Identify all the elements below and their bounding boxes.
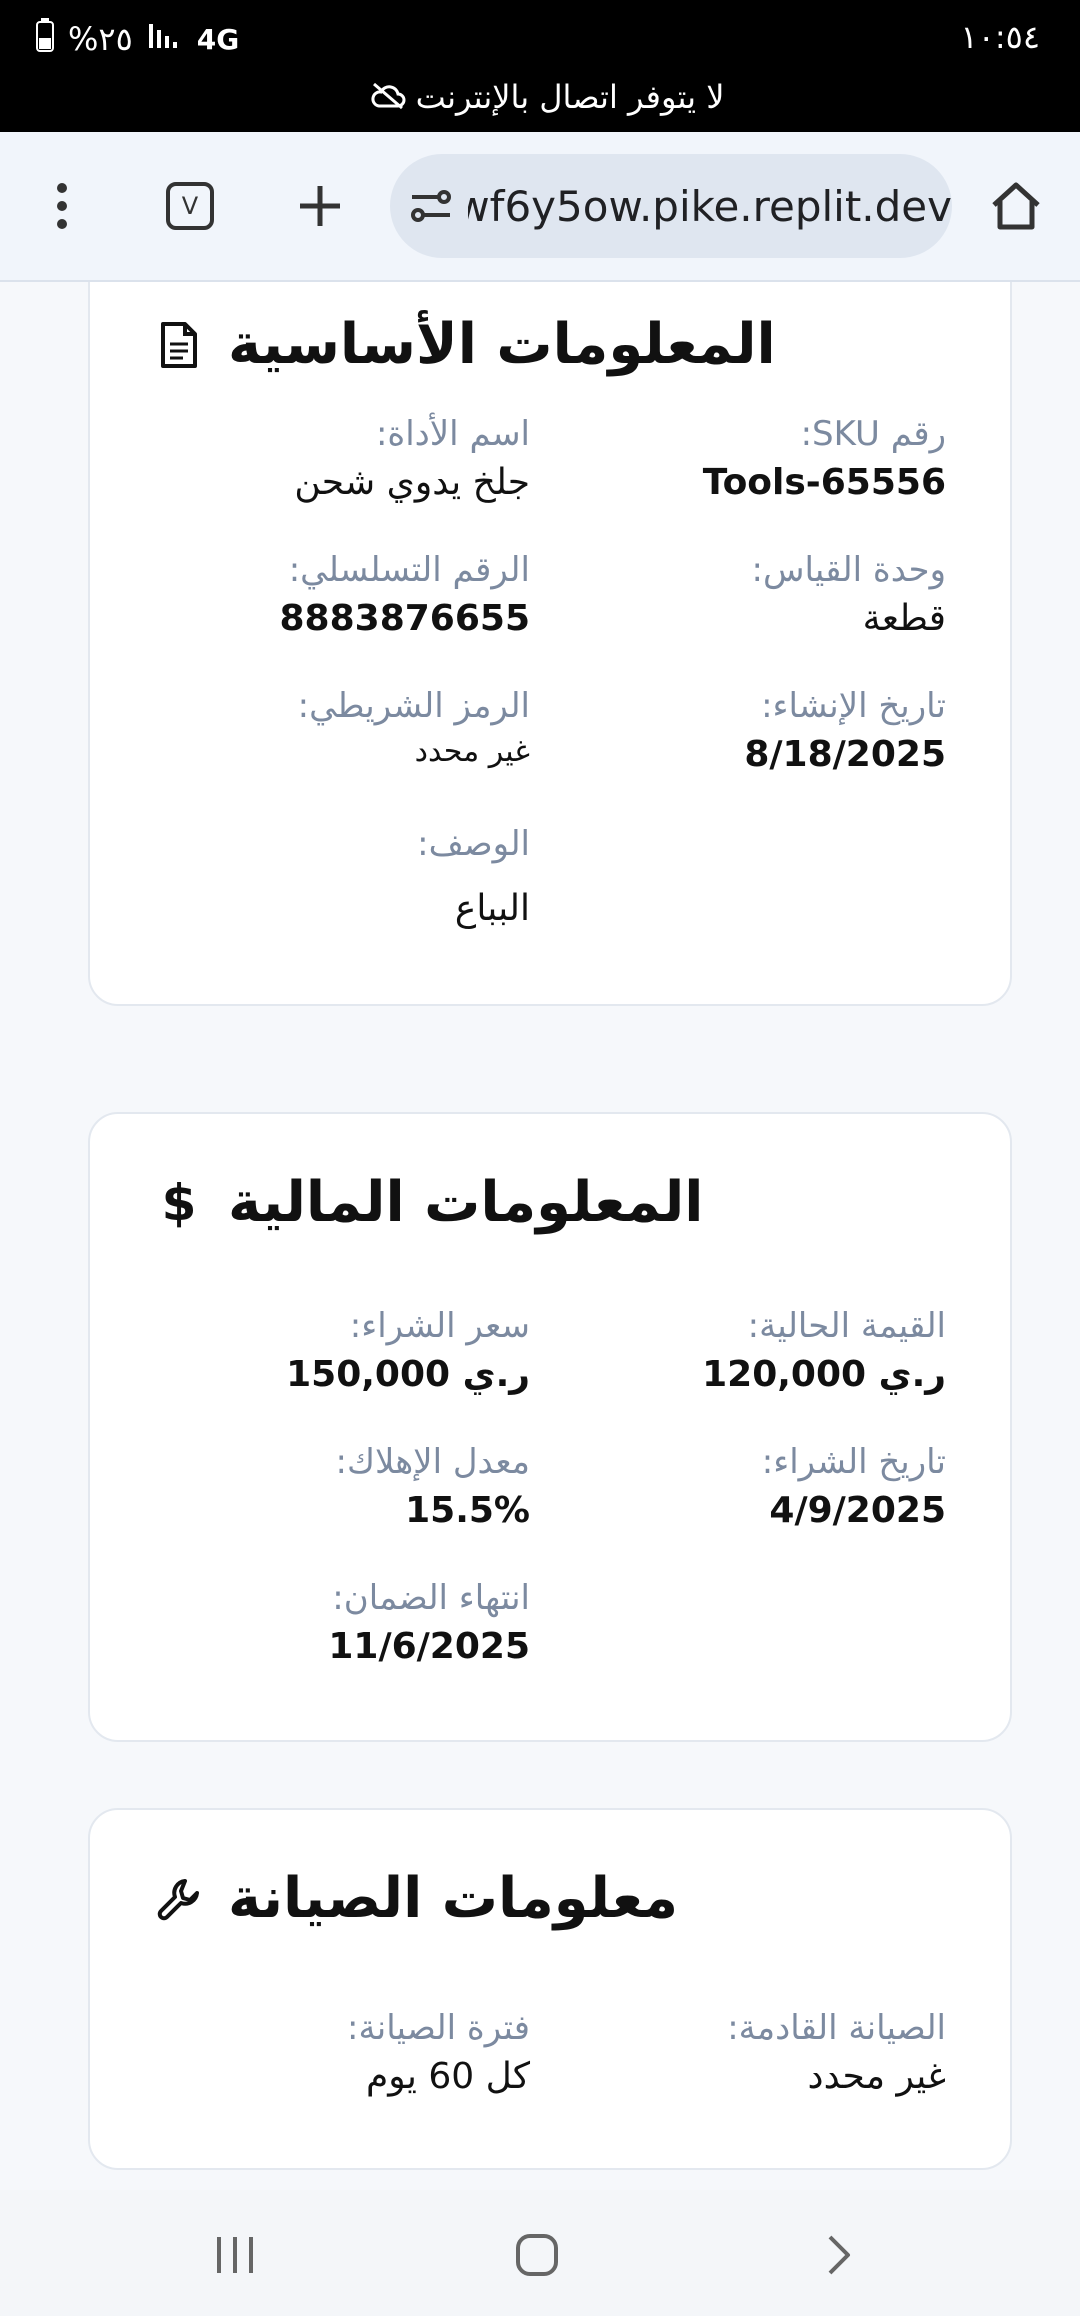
field-value: البباع (454, 888, 530, 929)
field-value: ر.ي 150,000 (286, 1354, 530, 1395)
wrench-icon (154, 1875, 204, 1923)
basic-info-header: المعلومات الأساسية (90, 312, 1010, 377)
document-icon (154, 320, 204, 370)
back-icon[interactable] (804, 2230, 874, 2280)
field-value: كل 60 يوم (365, 2056, 530, 2097)
basic-info-card: المعلومات الأساسية اسم الأداة: جلخ يدوي … (88, 282, 1012, 1006)
field-value: غير محدد (807, 2056, 946, 2097)
field-label: رقم SKU: (800, 414, 946, 454)
more-menu-icon[interactable] (26, 170, 98, 242)
unit-field: وحدة القياس: قطعة (546, 550, 947, 639)
field-value: 8/18/2025 (744, 734, 946, 775)
financial-info-header: $ المعلومات المالية (90, 1170, 1010, 1235)
field-label: الوصف: (417, 824, 530, 864)
site-settings-icon[interactable] (410, 188, 458, 224)
field-label: تاريخ الإنشاء: (761, 686, 946, 726)
tabs-button[interactable]: V (154, 170, 226, 242)
dollar-icon: $ (161, 1173, 197, 1232)
system-navigation-bar (0, 2190, 1080, 2316)
next-maintenance-field: الصيانة القادمة: غير محدد (546, 2008, 946, 2097)
status-bar: %٢٥ 4G ١٠:٥٤ لا يتوفر اتصال بالإنترنت (0, 0, 1080, 132)
home-nav-icon[interactable] (502, 2230, 572, 2280)
serial-field: الرقم التسلسلي: 8883876655 (130, 550, 531, 639)
current-value-field: القيمة الحالية: ر.ي 120,000 (546, 1306, 946, 1395)
field-label: الرمز الشريطي: (297, 686, 530, 726)
field-value: 8883876655 (279, 598, 531, 639)
field-value: 11/6/2025 (328, 1626, 530, 1667)
card-title: معلومات الصيانة (228, 1866, 678, 1931)
warranty-field: انتهاء الضمان: 11/6/2025 (130, 1578, 530, 1667)
network-type: 4G (196, 22, 240, 56)
signal-icon (147, 20, 183, 58)
field-label: الرقم التسلسلي: (288, 550, 530, 590)
offline-message: لا يتوفر اتصال بالإنترنت (415, 78, 725, 116)
offline-banner: لا يتوفر اتصال بالإنترنت (0, 78, 1080, 118)
created-date-field: تاريخ الإنشاء: 8/18/2025 (546, 686, 946, 775)
field-value: Tools-65556 (702, 462, 946, 503)
description-field: الوصف: البباع (130, 824, 530, 929)
status-indicators: %٢٥ 4G (36, 18, 239, 60)
home-icon[interactable] (980, 170, 1052, 242)
field-value: قطعة (862, 598, 946, 639)
maintenance-info-header: معلومات الصيانة (90, 1866, 1010, 1931)
new-tab-icon[interactable] (284, 170, 356, 242)
url-text: wf6y5ow.pike.replit.dev (468, 181, 952, 231)
cloud-off-icon (370, 80, 406, 118)
field-value: ر.ي 120,000 (702, 1354, 946, 1395)
purchase-date-field: تاريخ الشراء: 4/9/2025 (546, 1442, 946, 1531)
field-label: القيمة الحالية: (747, 1306, 946, 1346)
field-value: جلخ يدوي شحن (294, 462, 530, 503)
purchase-price-field: سعر الشراء: ر.ي 150,000 (130, 1306, 530, 1395)
browser-toolbar: V wf6y5ow.pike.replit.dev (0, 132, 1080, 282)
page-content: المعلومات الأساسية اسم الأداة: جلخ يدوي … (0, 282, 1080, 2190)
field-label: معدل الإهلاك: (335, 1442, 530, 1482)
field-value: غير محدد (414, 734, 530, 769)
tab-count: V (166, 182, 214, 230)
maintenance-interval-field: فترة الصيانة: كل 60 يوم (130, 2008, 530, 2097)
address-bar[interactable]: wf6y5ow.pike.replit.dev (390, 154, 952, 258)
clock: ١٠:٥٤ (960, 18, 1040, 56)
field-label: الصيانة القادمة: (727, 2008, 946, 2048)
tool-name-field: اسم الأداة: جلخ يدوي شحن (130, 414, 530, 503)
financial-info-card: $ المعلومات المالية سعر الشراء: ر.ي 150,… (88, 1112, 1012, 1742)
battery-level: %٢٥ (68, 20, 133, 58)
field-label: سعر الشراء: (349, 1306, 530, 1346)
field-label: تاريخ الشراء: (761, 1442, 946, 1482)
field-label: وحدة القياس: (751, 550, 947, 590)
barcode-field: الرمز الشريطي: غير محدد (130, 686, 530, 769)
field-value: 15.5% (405, 1490, 530, 1531)
field-label: فترة الصيانة: (347, 2008, 530, 2048)
card-title: المعلومات المالية (228, 1170, 704, 1235)
field-value: 4/9/2025 (769, 1490, 946, 1531)
field-label: انتهاء الضمان: (332, 1578, 530, 1618)
card-title: المعلومات الأساسية (228, 312, 776, 377)
sku-field: رقم SKU: Tools-65556 (546, 414, 946, 503)
maintenance-info-card: معلومات الصيانة فترة الصيانة: كل 60 يوم … (88, 1808, 1012, 2170)
field-label: اسم الأداة: (375, 414, 530, 454)
depreciation-field: معدل الإهلاك: 15.5% (130, 1442, 530, 1531)
battery-icon (36, 18, 54, 60)
recent-apps-icon[interactable] (200, 2230, 270, 2280)
